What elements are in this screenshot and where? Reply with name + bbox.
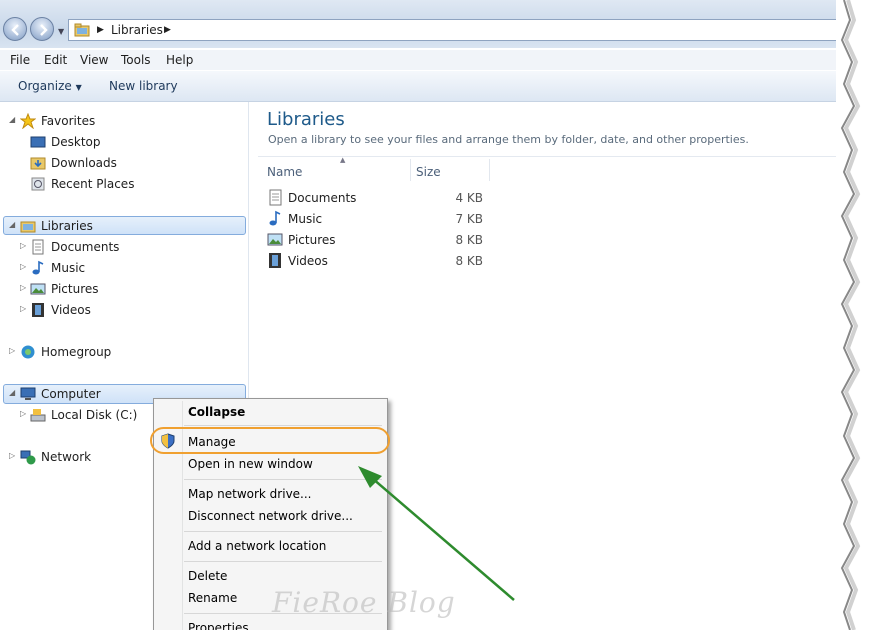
torn-edge-decoration [836,0,861,630]
explorer-window: ▼ ▶ Libraries ▶ File Edit View Tools Hel… [0,0,840,630]
watermark: FieRoe Blog [272,586,456,619]
green-arrow-annotation [358,466,515,601]
